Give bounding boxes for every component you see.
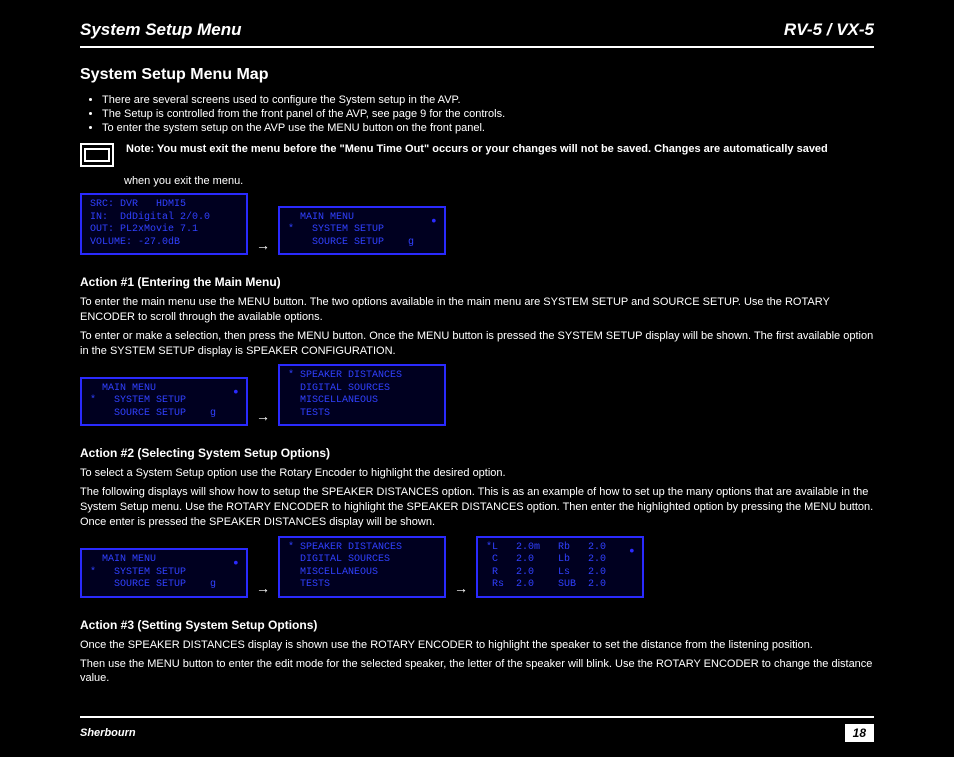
step1-p1: To enter the main menu use the MENU butt… <box>80 295 874 325</box>
step3-p1: Once the SPEAKER DISTANCES display is sh… <box>80 638 874 653</box>
lcd-idle: SRC: DVR HDMI5 IN: DdDigital 2/0.0 OUT: … <box>80 193 248 255</box>
lcd-speaker-distances: • *L 2.0m C 2.0 R 2.0 Rs 2.0 Rb 2.0 Lb 2… <box>476 536 644 598</box>
lcd-main-menu-3: • MAIN MENU * SYSTEM SETUP SOURCE SETUP … <box>80 548 248 598</box>
step2-p2: The following displays will show how to … <box>80 485 874 530</box>
screens-row-3: • MAIN MENU * SYSTEM SETUP SOURCE SETUP … <box>80 536 874 598</box>
bullet-3: To enter the system setup on the AVP use… <box>102 122 874 134</box>
screens-row-2: • MAIN MENU * SYSTEM SETUP SOURCE SETUP … <box>80 364 874 426</box>
header-right: RV-5 / VX-5 <box>784 20 874 40</box>
footer-page: 18 <box>845 724 874 742</box>
step3-p2: Then use the MENU button to enter the ed… <box>80 657 874 687</box>
step2-p1: To select a System Setup option use the … <box>80 466 874 481</box>
footer: Sherbourn 18 <box>80 716 874 742</box>
arrow-icon: → <box>254 580 272 596</box>
screens-row-1: SRC: DVR HDMI5 IN: DdDigital 2/0.0 OUT: … <box>80 193 874 255</box>
step2-heading: Action #2 (Selecting System Setup Option… <box>80 446 874 460</box>
note-icon <box>80 143 114 167</box>
lcd-system-setup-2: * SPEAKER DISTANCES DIGITAL SOURCES MISC… <box>278 536 446 598</box>
arrow-icon: → <box>254 408 272 424</box>
arrow-icon: → <box>452 580 470 596</box>
lcd-main-menu: • MAIN MENU * SYSTEM SETUP SOURCE SETUP … <box>278 206 446 256</box>
arrow-icon: → <box>254 237 272 253</box>
intro-bullets: There are several screens used to config… <box>80 94 874 134</box>
header-rule <box>80 46 874 48</box>
note-sub: when you exit the menu. <box>124 175 874 187</box>
header-left: System Setup Menu <box>80 20 242 40</box>
lcd-system-setup: * SPEAKER DISTANCES DIGITAL SOURCES MISC… <box>278 364 446 426</box>
step1-p2: To enter or make a selection, then press… <box>80 329 874 359</box>
step1-heading: Action #1 (Entering the Main Menu) <box>80 275 874 289</box>
bullet-1: There are several screens used to config… <box>102 94 874 106</box>
bullet-2: The Setup is controlled from the front p… <box>102 108 874 120</box>
lcd-main-menu-2: • MAIN MENU * SYSTEM SETUP SOURCE SETUP … <box>80 377 248 427</box>
note: Note: You must exit the menu before the … <box>80 142 874 167</box>
section-title: System Setup Menu Map <box>80 66 874 84</box>
footer-brand: Sherbourn <box>80 727 136 739</box>
note-strong: You must exit the menu before the "Menu … <box>157 143 828 155</box>
step3-heading: Action #3 (Setting System Setup Options) <box>80 618 874 632</box>
